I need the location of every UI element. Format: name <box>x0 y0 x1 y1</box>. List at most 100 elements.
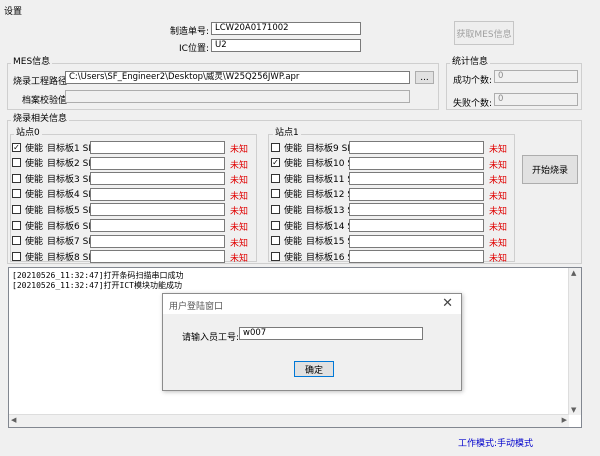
enable-label: 使能 <box>284 174 303 185</box>
enable-checkbox[interactable] <box>271 142 280 152</box>
board-status-text: 未知 <box>489 238 508 249</box>
sn-input[interactable] <box>90 141 225 154</box>
burn-info-title: 烧录相关信息 <box>11 114 70 125</box>
enable-checkbox[interactable] <box>12 189 21 199</box>
window-title: 设置 <box>4 7 23 17</box>
scroll-right-icon[interactable]: ▶ <box>562 416 567 424</box>
enable-label: 使能 <box>25 143 44 154</box>
target-board-row: 使能 目标板8 SN: <box>12 249 98 263</box>
sn-input[interactable] <box>349 156 484 170</box>
checksum-label: 档案校验值: <box>22 96 71 106</box>
order-number-input[interactable]: LCW20A0171002 <box>211 22 361 35</box>
target-board-row: 使能 目标板7 SN: <box>12 234 98 248</box>
log-lines: [20210526_11:32:47]打开条码扫描串口成功 [20210526_1… <box>9 268 581 291</box>
enable-label: 使能 <box>25 252 44 263</box>
board-status-text: 未知 <box>489 207 508 218</box>
sn-input[interactable] <box>90 156 225 170</box>
browse-button[interactable]: ... <box>415 71 434 84</box>
ok-button[interactable]: 确定 <box>294 361 334 377</box>
enable-label: 使能 <box>25 174 44 185</box>
board-status-text: 未知 <box>489 254 508 265</box>
station0-title: 站点0 <box>14 128 42 139</box>
sn-input[interactable] <box>349 234 484 248</box>
scroll-up-icon[interactable]: ▲ <box>571 269 576 277</box>
enable-checkbox[interactable] <box>271 236 280 246</box>
sn-input[interactable] <box>349 172 484 186</box>
board-status-text: 未知 <box>230 176 249 187</box>
enable-checkbox[interactable]: ✓ <box>12 142 21 152</box>
enable-checkbox[interactable] <box>271 204 280 214</box>
enable-label: 使能 <box>284 143 303 154</box>
enable-label: 使能 <box>284 221 303 232</box>
target-board-row: ✓ 使能 目标板1 SN: <box>12 140 98 154</box>
board-status-text: 未知 <box>230 238 249 249</box>
enable-label: 使能 <box>25 205 44 216</box>
ic-position-input[interactable]: U2 <box>211 39 361 52</box>
enable-checkbox[interactable] <box>12 251 21 261</box>
work-mode-status: 工作模式:手动模式 <box>458 439 534 449</box>
target-board-row: 使能 目标板9 SN: <box>271 140 357 154</box>
close-icon[interactable]: ✕ <box>442 296 453 311</box>
sn-input[interactable] <box>90 219 225 232</box>
dialog-title: 用户登陆窗口 <box>169 302 224 312</box>
scroll-down-icon[interactable]: ▼ <box>571 406 576 414</box>
target-board-row: 使能 目标板6 SN: <box>12 218 98 232</box>
board-status-text: 未知 <box>489 145 508 155</box>
checksum-input[interactable] <box>65 90 410 103</box>
sn-input[interactable] <box>90 172 225 186</box>
enable-checkbox[interactable] <box>271 251 280 261</box>
path-label: 烧录工程路径: <box>13 77 71 87</box>
board-status-text: 未知 <box>230 160 249 171</box>
success-count: 0 <box>494 70 578 83</box>
log-line: [20210526_11:32:47]打开条码扫描串口成功 <box>12 271 184 280</box>
fail-label: 失败个数: <box>453 99 493 109</box>
log-vertical-scrollbar[interactable]: ▲ ▼ <box>568 268 581 415</box>
sn-input[interactable] <box>90 187 225 201</box>
fetch-mes-button[interactable]: 获取MES信息 <box>454 21 514 45</box>
project-path-input[interactable]: C:\Users\SF_Engineer2\Desktop\威灵\W25Q256… <box>65 71 410 84</box>
enable-checkbox[interactable] <box>271 220 280 230</box>
success-label: 成功个数: <box>453 76 493 86</box>
board-status-text: 未知 <box>489 160 508 171</box>
enable-checkbox[interactable] <box>271 173 280 183</box>
ic-position-label: IC位置: <box>179 44 209 54</box>
board-status-text: 未知 <box>489 176 508 187</box>
sn-input[interactable] <box>349 219 484 232</box>
target-board-row: 使能 目标板4 SN: <box>12 187 98 201</box>
enable-checkbox[interactable] <box>12 173 21 183</box>
enable-checkbox[interactable]: ✓ <box>271 158 280 168</box>
board-status-text: 未知 <box>489 223 508 233</box>
board-status-text: 未知 <box>489 191 508 202</box>
target-board-row: 使能 目标板2 SN: <box>12 156 98 170</box>
sn-input[interactable] <box>90 234 225 248</box>
sn-input[interactable] <box>349 141 484 154</box>
stats-title: 统计信息 <box>450 57 491 68</box>
scroll-left-icon[interactable]: ◀ <box>11 416 16 424</box>
employee-id-input[interactable]: w007 <box>239 327 423 340</box>
board-status-text: 未知 <box>230 145 249 155</box>
target-board-row: 使能 目标板3 SN: <box>12 171 98 185</box>
sn-input[interactable] <box>90 250 225 264</box>
sn-input[interactable] <box>349 203 484 217</box>
enable-checkbox[interactable] <box>12 236 21 246</box>
log-line: [20210526_11:32:47]打开ICT模块功能成功 <box>12 281 182 290</box>
enable-checkbox[interactable] <box>12 158 21 168</box>
sn-input[interactable] <box>349 187 484 201</box>
board-status-text: 未知 <box>230 223 249 233</box>
enable-label: 使能 <box>284 159 303 170</box>
employee-id-label: 请输入员工号: <box>182 333 240 343</box>
start-burn-button[interactable]: 开始烧录 <box>522 155 578 184</box>
enable-label: 使能 <box>284 237 303 248</box>
sn-input[interactable] <box>90 203 225 217</box>
enable-checkbox[interactable] <box>12 220 21 230</box>
dialog-titlebar: 用户登陆窗口 ✕ <box>163 294 461 314</box>
enable-checkbox[interactable] <box>271 189 280 199</box>
enable-label: 使能 <box>25 237 44 248</box>
log-horizontal-scrollbar[interactable]: ◀ ▶ <box>9 414 569 427</box>
enable-label: 使能 <box>284 190 303 201</box>
enable-label: 使能 <box>284 252 303 263</box>
enable-label: 使能 <box>284 205 303 216</box>
board-status-text: 未知 <box>230 207 249 218</box>
sn-input[interactable] <box>349 250 484 264</box>
enable-checkbox[interactable] <box>12 204 21 214</box>
